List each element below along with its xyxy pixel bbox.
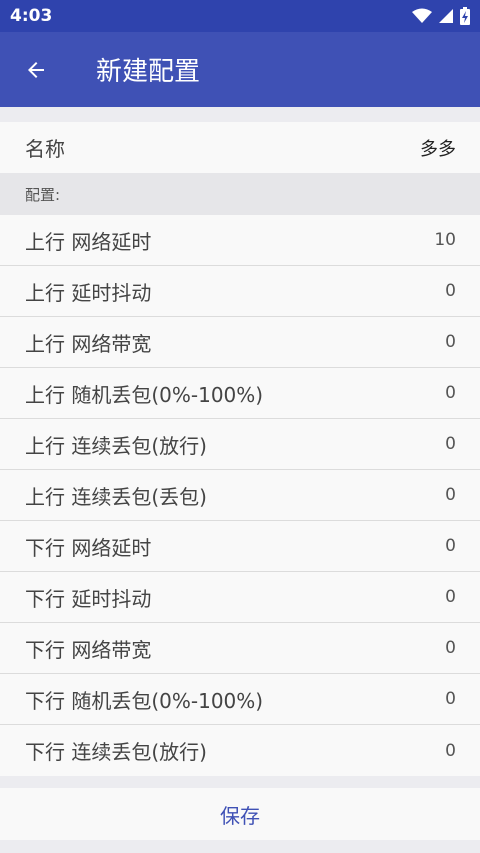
config-row-up-burst-drop[interactable]: 上行 连续丢包(丢包) 0 (0, 470, 480, 521)
config-section-header: 配置: (0, 173, 480, 215)
page-title: 新建配置 (96, 57, 201, 87)
config-value[interactable]: 0 (445, 741, 456, 761)
name-row[interactable]: 名称 多多 (0, 122, 480, 173)
config-row-up-latency[interactable]: 上行 网络延时 10 (0, 215, 480, 266)
save-button[interactable]: 保存 (0, 788, 480, 840)
config-label: 上行 连续丢包(丢包) (25, 484, 207, 509)
config-label: 下行 随机丢包(0%-100%) (25, 688, 264, 713)
name-label: 名称 (25, 137, 65, 161)
config-label: 上行 网络延时 (25, 229, 152, 254)
config-value[interactable]: 10 (434, 230, 456, 250)
config-value[interactable]: 0 (445, 587, 456, 607)
status-time: 4:03 (10, 6, 53, 26)
app-bar: 新建配置 (0, 32, 480, 107)
config-row-down-bandwidth[interactable]: 下行 网络带宽 0 (0, 623, 480, 674)
config-label: 上行 延时抖动 (25, 280, 152, 305)
config-label: 上行 网络带宽 (25, 331, 152, 356)
config-label: 上行 随机丢包(0%-100%) (25, 382, 264, 407)
config-value[interactable]: 0 (445, 281, 456, 301)
config-label: 下行 连续丢包(放行) (25, 740, 207, 764)
config-row-up-burst-pass[interactable]: 上行 连续丢包(放行) 0 (0, 419, 480, 470)
config-value[interactable]: 0 (445, 332, 456, 352)
config-value[interactable]: 0 (445, 383, 456, 403)
config-row-down-burst-pass[interactable]: 下行 连续丢包(放行) 0 (0, 725, 480, 776)
arrow-left-icon (28, 61, 44, 78)
config-label: 下行 延时抖动 (25, 586, 152, 611)
config-row-up-jitter[interactable]: 上行 延时抖动 0 (0, 266, 480, 317)
wifi-icon (412, 8, 432, 23)
back-button[interactable] (0, 32, 72, 107)
bottom-spacer (0, 776, 480, 788)
battery-charging-icon (460, 7, 470, 25)
config-label: 下行 网络延时 (25, 535, 152, 560)
status-bar: 4:03 (0, 0, 480, 32)
config-row-down-random-loss[interactable]: 下行 随机丢包(0%-100%) 0 (0, 674, 480, 725)
config-row-up-bandwidth[interactable]: 上行 网络带宽 0 (0, 317, 480, 368)
signal-icon (439, 9, 453, 23)
config-value[interactable]: 0 (445, 638, 456, 658)
config-row-up-random-loss[interactable]: 上行 随机丢包(0%-100%) 0 (0, 368, 480, 419)
config-value[interactable]: 0 (445, 485, 456, 505)
config-value[interactable]: 0 (445, 434, 456, 454)
config-value[interactable]: 0 (445, 689, 456, 709)
config-label: 下行 网络带宽 (25, 637, 152, 662)
config-row-down-jitter[interactable]: 下行 延时抖动 0 (0, 572, 480, 623)
config-list: 上行 网络延时 10 上行 延时抖动 0 上行 网络带宽 0 上行 随机丢包(0… (0, 215, 480, 776)
top-spacer (0, 107, 480, 122)
status-icons (412, 7, 470, 25)
config-value[interactable]: 0 (445, 536, 456, 556)
config-row-down-latency[interactable]: 下行 网络延时 0 (0, 521, 480, 572)
config-label: 上行 连续丢包(放行) (25, 433, 207, 458)
name-value[interactable]: 多多 (420, 135, 456, 161)
